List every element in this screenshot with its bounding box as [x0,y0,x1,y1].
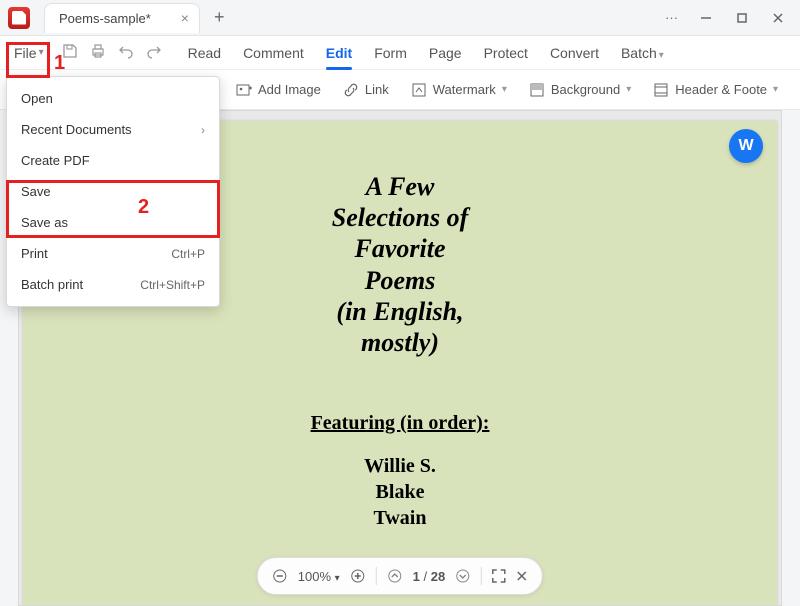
menu-batch-print-shortcut: Ctrl+Shift+P [140,278,205,292]
page-sep: / [420,569,431,584]
chevron-down-icon: ▾ [502,84,507,95]
titlebar: Poems-sample* × + ··· [0,0,800,36]
undo-icon[interactable] [118,43,134,62]
menu-save-as-label: Save as [21,215,68,230]
menu-batch-label: Batch [621,45,657,61]
zoom-percent[interactable]: 100% ▾ [298,569,340,584]
background-button[interactable]: Background ▾ [529,82,631,98]
menu-protect[interactable]: Protect [484,45,528,61]
menu-save-as[interactable]: Save as [7,207,219,238]
header-footer-label: Header & Foote [675,82,767,97]
menu-create-pdf-label: Create PDF [21,153,90,168]
more-actions-icon[interactable]: ··· [665,10,678,25]
chevron-down-icon: ▾ [773,84,778,95]
next-page-button[interactable] [455,568,471,584]
add-image-button[interactable]: Add Image [236,82,321,98]
menu-print-shortcut: Ctrl+P [171,247,205,261]
menu-recent-documents[interactable]: Recent Documents › [7,114,219,145]
file-menu-button[interactable]: File ▾ [8,41,50,65]
tab-close-button[interactable]: × [181,10,189,26]
tab-title: Poems-sample* [59,11,151,26]
zoom-percent-value: 100% [298,569,331,584]
page-indicator[interactable]: 1 / 28 [413,569,446,584]
menu-recent-label: Recent Documents [21,122,132,137]
close-bar-button[interactable] [516,570,528,582]
page-total: 28 [431,569,445,584]
watermark-button[interactable]: Watermark ▾ [411,82,507,98]
zoom-in-button[interactable] [350,568,366,584]
chevron-down-icon: ▾ [335,573,340,584]
separator [481,567,482,585]
file-dropdown-menu: Open Recent Documents › Create PDF Save S… [6,76,220,307]
app-icon [8,7,30,29]
menubar: File ▾ Read Comment Edit Form Page Prote… [0,36,800,70]
minimize-button[interactable] [698,10,714,26]
menu-batch-print[interactable]: Batch print Ctrl+Shift+P [7,269,219,300]
close-window-button[interactable] [770,10,786,26]
menu-open-label: Open [21,91,53,106]
chevron-right-icon: › [201,123,205,137]
window-controls: ··· [665,10,800,26]
menu-comment[interactable]: Comment [243,45,304,61]
file-label: File [14,45,37,61]
menu-open[interactable]: Open [7,83,219,114]
featuring-heading: Featuring (in order): [23,412,777,435]
chevron-down-icon: ▾ [39,47,44,58]
new-tab-button[interactable]: + [214,7,225,28]
print-icon[interactable] [90,43,106,62]
prev-page-button[interactable] [387,568,403,584]
word-export-badge[interactable]: W [729,129,763,163]
menu-print-label: Print [21,246,48,261]
title-line-6: mostly) [23,327,777,358]
menu-convert[interactable]: Convert [550,45,599,61]
zoom-bar: 100% ▾ 1 / 28 [257,557,543,595]
author-3: Twain [23,505,777,531]
menu-print[interactable]: Print Ctrl+P [7,238,219,269]
watermark-label: Watermark [433,82,496,97]
menu-read[interactable]: Read [188,45,221,61]
header-footer-button[interactable]: Header & Foote ▾ [653,82,778,98]
add-image-label: Add Image [258,82,321,97]
menu-batch-print-label: Batch print [21,277,83,292]
background-label: Background [551,82,620,97]
main-menu-items: Read Comment Edit Form Page Protect Conv… [188,45,664,61]
menu-batch[interactable]: Batch▾ [621,45,664,61]
chevron-down-icon: ▾ [626,84,631,95]
quick-access-toolbar [62,43,162,62]
redo-icon[interactable] [146,43,162,62]
menu-create-pdf[interactable]: Create PDF [7,145,219,176]
menu-page[interactable]: Page [429,45,462,61]
author-2: Blake [23,479,777,505]
document-tab[interactable]: Poems-sample* × [44,3,200,33]
menu-save-label: Save [21,184,51,199]
author-names: Willie S. Blake Twain [23,453,777,531]
link-button[interactable]: Link [343,82,389,98]
chevron-down-icon: ▾ [659,50,664,61]
fullscreen-button[interactable] [492,569,506,583]
link-label: Link [365,82,389,97]
menu-edit[interactable]: Edit [326,45,352,61]
separator [376,567,377,585]
zoom-out-button[interactable] [272,568,288,584]
menu-save[interactable]: Save [7,176,219,207]
maximize-button[interactable] [734,10,750,26]
author-1: Willie S. [23,453,777,479]
menu-form[interactable]: Form [374,45,407,61]
save-icon[interactable] [62,43,78,62]
